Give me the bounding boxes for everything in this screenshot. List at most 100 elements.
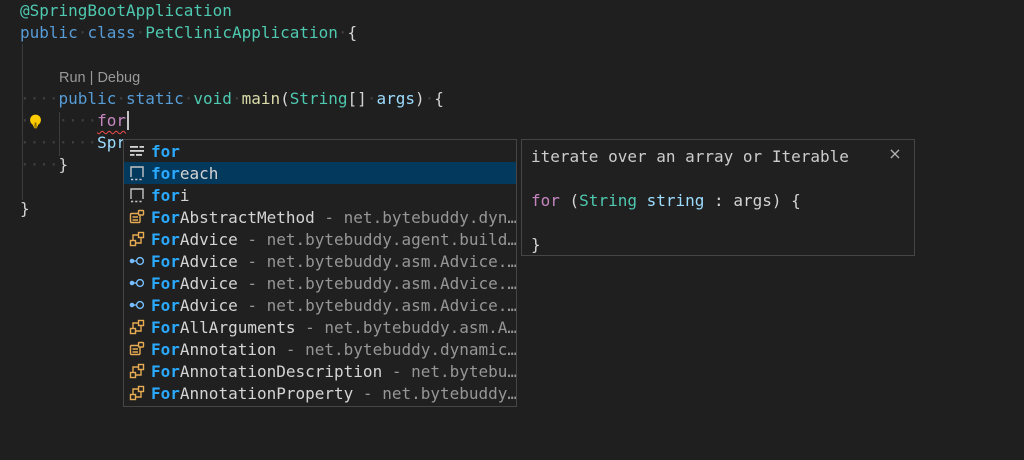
code-token: : <box>704 191 733 210</box>
code-token: ···· <box>59 111 98 130</box>
code-token: ) <box>415 89 425 108</box>
suggestion-label-match: for <box>151 142 180 161</box>
code-token: · <box>338 23 348 42</box>
code-token: · <box>425 89 435 108</box>
interface-icon <box>129 275 145 291</box>
code-line[interactable]: · ····for <box>20 110 1024 132</box>
suggest-details-panel: × iterate over an array or Iterable for … <box>521 139 915 256</box>
code-token: string <box>647 191 705 210</box>
suggestion-label: Annotation <box>180 340 276 359</box>
lightbulb-icon[interactable] <box>27 113 44 130</box>
suggestion-detail: - net.bytebuddy.asm.A… <box>296 318 517 337</box>
docs-code-line: } <box>531 234 914 256</box>
suggestion-label: each <box>180 164 219 183</box>
suggestion-detail: - net.bytebuddy.agent.build… <box>238 230 516 249</box>
suggestion-detail: - net.bytebuddy.asm.Advice.… <box>238 252 516 271</box>
codelens: Run | Debug <box>20 66 1024 88</box>
enum-icon <box>129 209 145 225</box>
code-token: PetClinicApplication <box>145 23 338 42</box>
snippet-icon <box>129 187 145 203</box>
code-line[interactable]: ····public·static·void·main(String[]·arg… <box>20 88 1024 110</box>
code-token: ···· <box>20 89 59 108</box>
code-token: String <box>579 191 637 210</box>
code-token: { <box>434 89 444 108</box>
code-token: · <box>116 89 126 108</box>
code-token: main <box>242 89 281 108</box>
suggestion-item[interactable]: ForAdvice - net.bytebuddy.agent.build… <box>124 228 516 250</box>
code-line[interactable]: @SpringBootApplication <box>20 0 1024 22</box>
code-token: ( <box>280 89 290 108</box>
class-icon <box>129 363 145 379</box>
code-token: ···· <box>20 155 59 174</box>
code-line[interactable] <box>20 44 1024 66</box>
suggestion-label-match: For <box>151 296 180 315</box>
suggestion-preview-code: for (String string : args) {} <box>531 190 914 256</box>
codelens-debug-link[interactable]: Debug <box>97 70 140 86</box>
suggestion-label-match: For <box>151 252 180 271</box>
code-token: static <box>126 89 184 108</box>
suggestion-item[interactable]: ForAllArguments - net.bytebuddy.asm.A… <box>124 316 516 338</box>
close-icon[interactable]: × <box>886 145 904 163</box>
suggestion-detail: - net.bytebu… <box>382 362 516 381</box>
suggest-widget: forforeachforiForAbstractMethod - net.by… <box>123 139 517 407</box>
suggestion-detail: - net.bytebuddy.asm.Advice.… <box>238 296 516 315</box>
code-line[interactable]: public·class·PetClinicApplication·{ <box>20 22 1024 44</box>
suggestion-label-match: For <box>151 384 180 403</box>
code-token: } <box>531 235 541 254</box>
suggestion-item[interactable]: fori <box>124 184 516 206</box>
suggestion-label-match: For <box>151 362 180 381</box>
suggestion-item[interactable]: ForAnnotationProperty - net.bytebuddy… <box>124 382 516 404</box>
class-icon <box>129 319 145 335</box>
suggestion-detail: - net.bytebuddy.asm.Advice.… <box>238 274 516 293</box>
suggestion-label: AnnotationProperty <box>180 384 353 403</box>
docs-code-line <box>531 212 914 234</box>
code-token: args <box>733 191 772 210</box>
code-token: public <box>59 89 117 108</box>
suggestion-label-match: For <box>151 208 180 227</box>
suggestion-item[interactable]: ForAdvice - net.bytebuddy.asm.Advice.… <box>124 272 516 294</box>
suggestion-item[interactable]: ForAdvice - net.bytebuddy.asm.Advice.… <box>124 250 516 272</box>
docs-code-line: for (String string : args) { <box>531 190 914 212</box>
code-token: args <box>376 89 415 108</box>
suggestion-label: Advice <box>180 296 238 315</box>
suggestion-label: Advice <box>180 274 238 293</box>
suggestion-label-match: For <box>151 340 180 359</box>
suggestion-item[interactable]: ForAdvice - net.bytebuddy.asm.Advice.… <box>124 294 516 316</box>
text-cursor <box>127 111 129 130</box>
code-token: Spr <box>97 133 126 152</box>
code-token: { <box>348 23 358 42</box>
code-token: @SpringBootApplication <box>20 1 232 20</box>
suggestion-label-match: For <box>151 318 180 337</box>
suggestion-label-match: For <box>151 230 180 249</box>
enum-icon <box>129 341 145 357</box>
code-token: public <box>20 23 78 42</box>
code-token: · <box>184 89 194 108</box>
code-token: ········ <box>20 133 97 152</box>
code-token: class <box>87 23 135 42</box>
interface-icon <box>129 253 145 269</box>
class-icon <box>129 385 145 401</box>
codelens-run-link[interactable]: Run <box>59 70 86 86</box>
suggestion-detail: - net.bytebuddy.dynamic… <box>276 340 516 359</box>
suggestion-item[interactable]: ForAnnotation - net.bytebuddy.dynamic… <box>124 338 516 360</box>
suggestion-label: AnnotationDescription <box>180 362 382 381</box>
code-token: · <box>78 23 88 42</box>
code-token <box>637 191 647 210</box>
suggestion-label: AllArguments <box>180 318 296 337</box>
suggestion-item[interactable]: for <box>124 140 516 162</box>
suggestion-description: iterate over an array or Iterable <box>531 146 914 168</box>
suggestion-item[interactable]: foreach <box>124 162 516 184</box>
code-token: ) { <box>772 191 801 210</box>
code-token: } <box>20 199 30 218</box>
suggestion-label-match: for <box>151 186 180 205</box>
suggestion-item[interactable]: ForAbstractMethod - net.bytebuddy.dyn… <box>124 206 516 228</box>
suggestion-label-match: For <box>151 274 180 293</box>
code-token: } <box>59 155 69 174</box>
code-token: · <box>367 89 377 108</box>
code-token: void <box>193 89 232 108</box>
suggestion-detail: - net.bytebuddy… <box>353 384 516 403</box>
code-token: ( <box>560 191 579 210</box>
code-token: for <box>531 191 560 210</box>
suggestion-item[interactable]: ForAnnotationDescription - net.bytebu… <box>124 360 516 382</box>
suggestion-label-match: for <box>151 164 180 183</box>
